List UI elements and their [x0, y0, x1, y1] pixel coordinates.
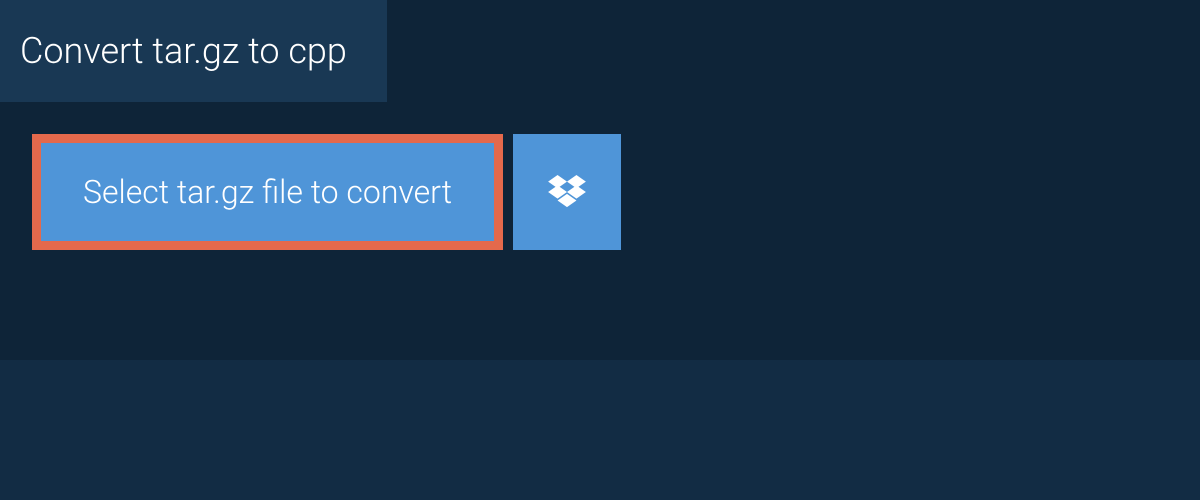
select-file-label: Select tar.gz file to convert [83, 173, 452, 211]
tab-title: Convert tar.gz to cpp [20, 30, 347, 72]
file-select-area: Select tar.gz file to convert [0, 102, 1200, 250]
converter-tab: Convert tar.gz to cpp [0, 0, 387, 102]
dropbox-button[interactable] [513, 134, 621, 250]
dropbox-icon [548, 175, 586, 209]
select-file-button[interactable]: Select tar.gz file to convert [32, 134, 503, 250]
converter-panel: Convert tar.gz to cpp Select tar.gz file… [0, 0, 1200, 360]
